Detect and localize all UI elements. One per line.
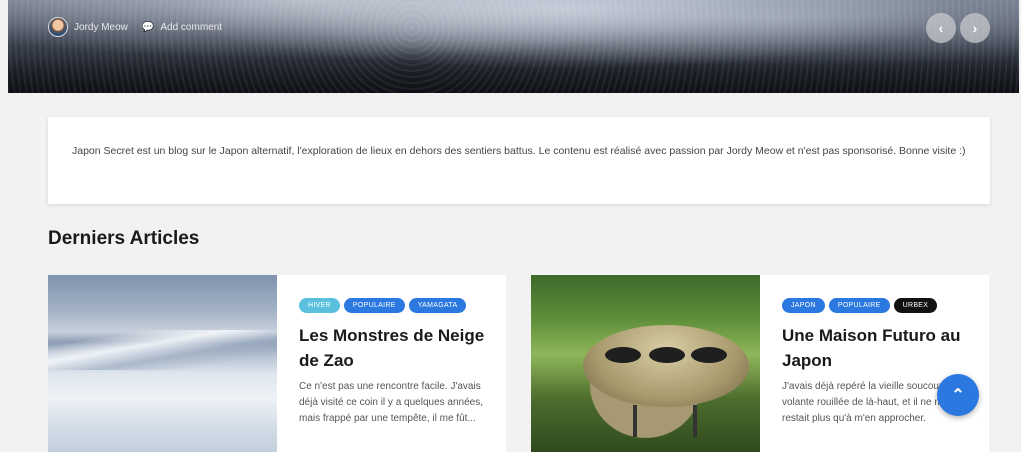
author-name[interactable]: Jordy Meow xyxy=(74,22,128,33)
article-title[interactable]: Les Monstres de Neige de Zao xyxy=(299,323,494,373)
tag-list: Hiver Populaire Yamagata xyxy=(299,298,494,313)
futuro-house xyxy=(583,325,749,437)
slider-arrows: ‹ › xyxy=(926,13,990,43)
add-comment-link[interactable]: Add comment xyxy=(160,22,222,33)
hero-background-image xyxy=(8,0,1019,93)
tag-badge[interactable]: Urbex xyxy=(893,298,938,313)
section-title: Derniers Articles xyxy=(48,228,200,249)
prev-slide-button[interactable]: ‹ xyxy=(926,13,956,43)
mountain-ridge xyxy=(48,330,277,370)
tag-badge[interactable]: Yamagata xyxy=(408,298,467,313)
tag-badge[interactable]: Populaire xyxy=(828,298,890,313)
article-card[interactable]: Hiver Populaire Yamagata Les Monstres de… xyxy=(48,275,506,452)
article-card[interactable]: Japon Populaire Urbex Une Maison Futuro … xyxy=(531,275,989,452)
article-body: Hiver Populaire Yamagata Les Monstres de… xyxy=(299,298,494,427)
intro-text: Japon Secret est un blog sur le Japon al… xyxy=(72,145,966,157)
article-excerpt: Ce n'est pas une rencontre facile. J'ava… xyxy=(299,381,484,424)
author-avatar[interactable] xyxy=(48,17,68,37)
post-meta: Jordy Meow 💬 Add comment xyxy=(48,17,222,37)
comment-icon: 💬 xyxy=(141,21,155,33)
tag-badge[interactable]: Japon xyxy=(782,298,825,313)
tag-list: Japon Populaire Urbex xyxy=(782,298,977,313)
article-title[interactable]: Une Maison Futuro au Japon xyxy=(782,323,977,373)
article-image[interactable] xyxy=(531,275,760,452)
tag-badge[interactable]: Hiver xyxy=(299,298,340,313)
hero-banner: Jordy Meow 💬 Add comment ‹ › xyxy=(8,0,1019,93)
chevron-up-icon: ⌃ xyxy=(951,387,965,404)
scroll-to-top-button[interactable]: ⌃ xyxy=(937,374,979,416)
intro-card: Japon Secret est un blog sur le Japon al… xyxy=(48,117,990,204)
article-image[interactable] xyxy=(48,275,277,452)
next-slide-button[interactable]: › xyxy=(960,13,990,43)
tag-badge[interactable]: Populaire xyxy=(343,298,405,313)
